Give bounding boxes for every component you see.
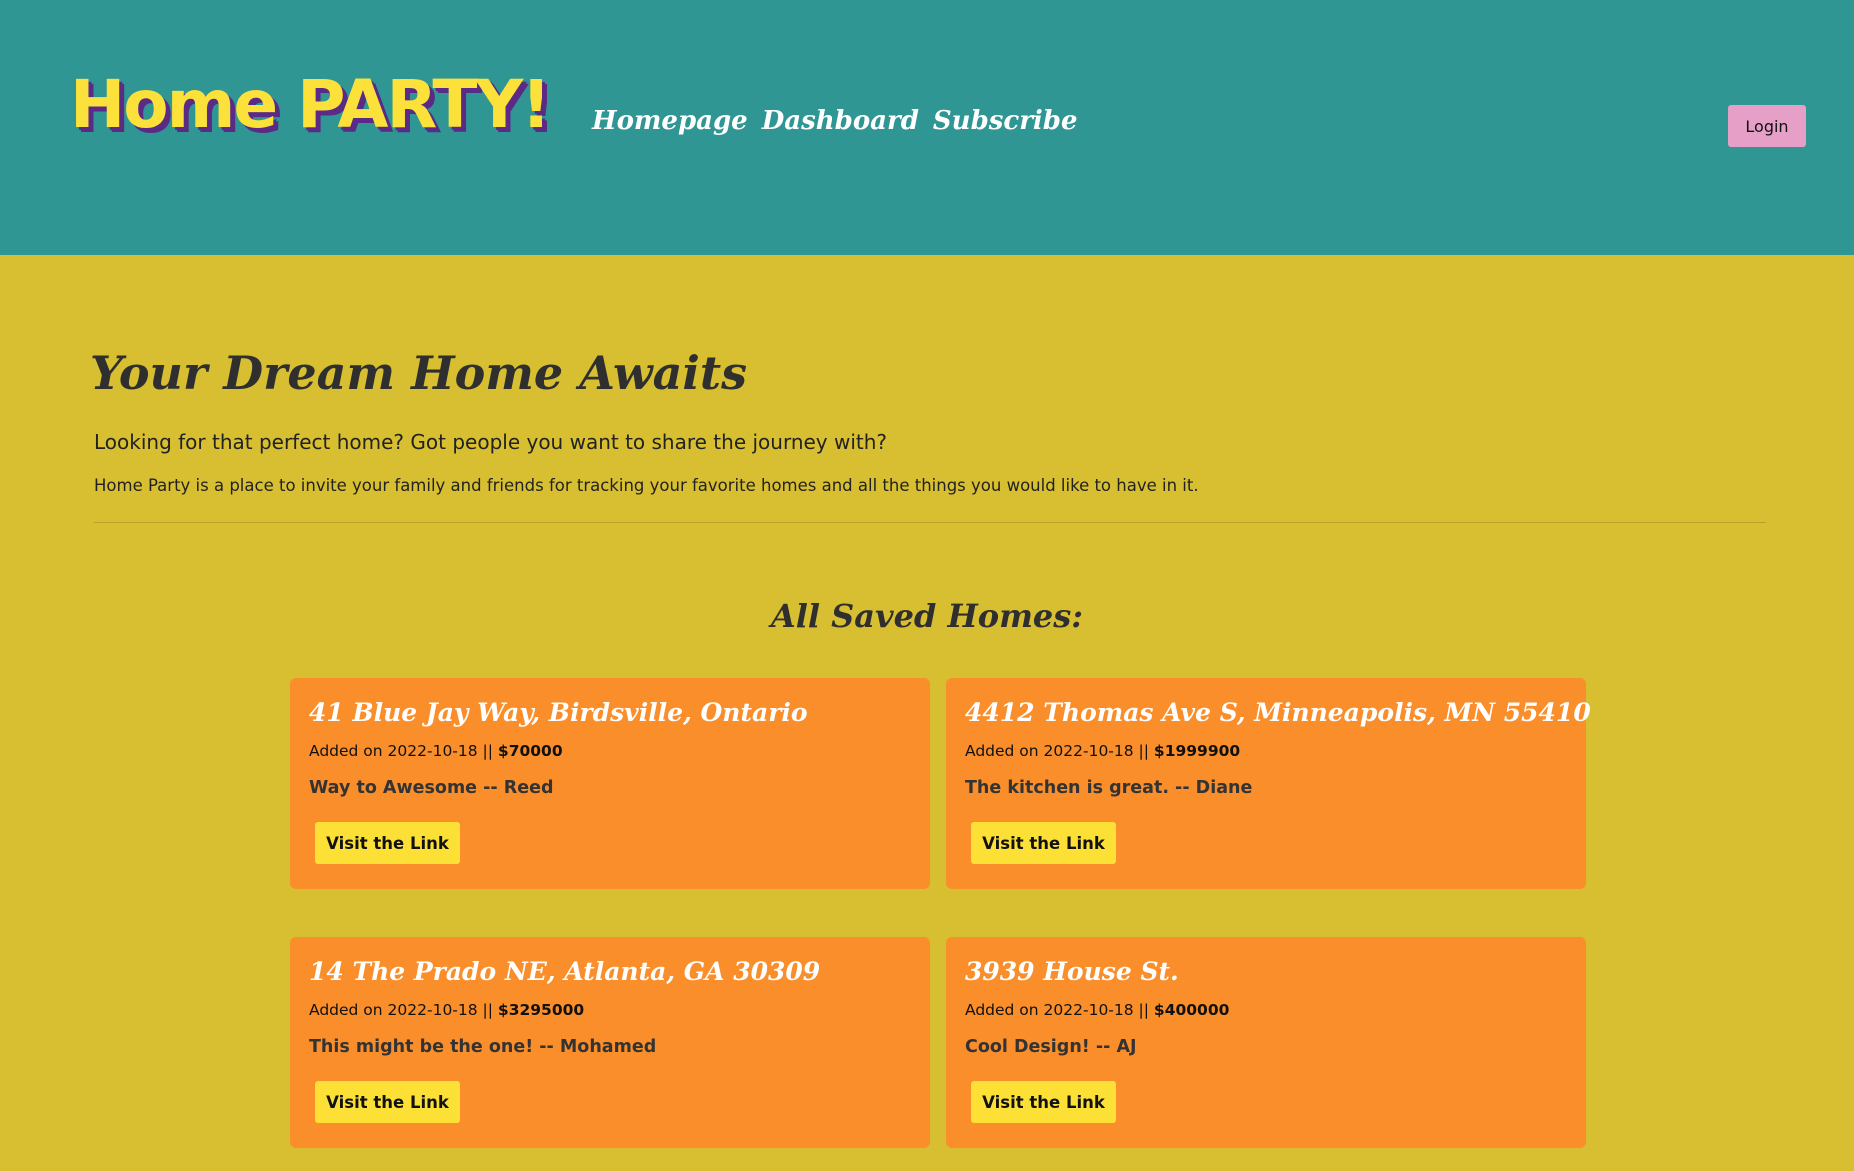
- home-added-date: Added on 2022-10-18 ||: [965, 742, 1154, 760]
- home-added-date: Added on 2022-10-18 ||: [309, 742, 498, 760]
- home-comment: This might be the one! -- Mohamed: [309, 1037, 657, 1057]
- visit-link-button[interactable]: Visit the Link: [315, 1081, 460, 1123]
- visit-link-button[interactable]: Visit the Link: [971, 822, 1116, 864]
- nav-link-dashboard[interactable]: Dashboard: [762, 108, 919, 134]
- home-added-date: Added on 2022-10-18 ||: [309, 1001, 498, 1019]
- main-nav: Homepage Dashboard Subscribe: [592, 108, 1078, 134]
- home-price: $70000: [497, 742, 563, 760]
- home-meta: Added on 2022-10-18 || $400000: [965, 1001, 1229, 1020]
- home-meta: Added on 2022-10-18 || $70000: [309, 742, 563, 761]
- visit-link-button[interactable]: Visit the Link: [315, 822, 460, 864]
- site-header: Home PARTY! Homepage Dashboard Subscribe…: [0, 0, 1854, 255]
- home-address: 3939 House St.: [965, 957, 1179, 986]
- page-title: Your Dream Home Awaits: [90, 346, 748, 400]
- home-address: 41 Blue Jay Way, Birdsville, Ontario: [309, 698, 808, 727]
- home-meta: Added on 2022-10-18 || $3295000: [309, 1001, 584, 1020]
- login-button[interactable]: Login: [1728, 105, 1806, 147]
- divider: [94, 522, 1766, 523]
- nav-link-homepage[interactable]: Homepage: [592, 108, 748, 134]
- home-price: $1999900: [1153, 742, 1241, 760]
- home-comment: Cool Design! -- AJ: [965, 1037, 1137, 1057]
- home-address: 14 The Prado NE, Atlanta, GA 30309: [309, 957, 821, 986]
- home-comment: Way to Awesome -- Reed: [309, 778, 554, 798]
- home-card: 3939 House St. Added on 2022-10-18 || $4…: [946, 937, 1586, 1148]
- home-card: 41 Blue Jay Way, Birdsville, Ontario Add…: [290, 678, 930, 889]
- intro-description: Home Party is a place to invite your fam…: [94, 476, 1199, 495]
- nav-link-subscribe[interactable]: Subscribe: [933, 108, 1078, 134]
- home-added-date: Added on 2022-10-18 ||: [965, 1001, 1154, 1019]
- home-card: 14 The Prado NE, Atlanta, GA 30309 Added…: [290, 937, 930, 1148]
- home-comment: The kitchen is great. -- Diane: [965, 778, 1253, 798]
- home-address: 4412 Thomas Ave S, Minneapolis, MN 55410: [965, 698, 1591, 727]
- visit-link-button[interactable]: Visit the Link: [971, 1081, 1116, 1123]
- home-meta: Added on 2022-10-18 || $1999900: [965, 742, 1240, 761]
- home-card: 4412 Thomas Ave S, Minneapolis, MN 55410…: [946, 678, 1591, 889]
- home-price: $400000: [1153, 1001, 1230, 1019]
- home-price: $3295000: [497, 1001, 585, 1019]
- saved-homes-title: All Saved Homes:: [770, 597, 1084, 635]
- intro-lead: Looking for that perfect home? Got peopl…: [94, 430, 888, 454]
- site-logo[interactable]: Home PARTY!: [70, 72, 551, 138]
